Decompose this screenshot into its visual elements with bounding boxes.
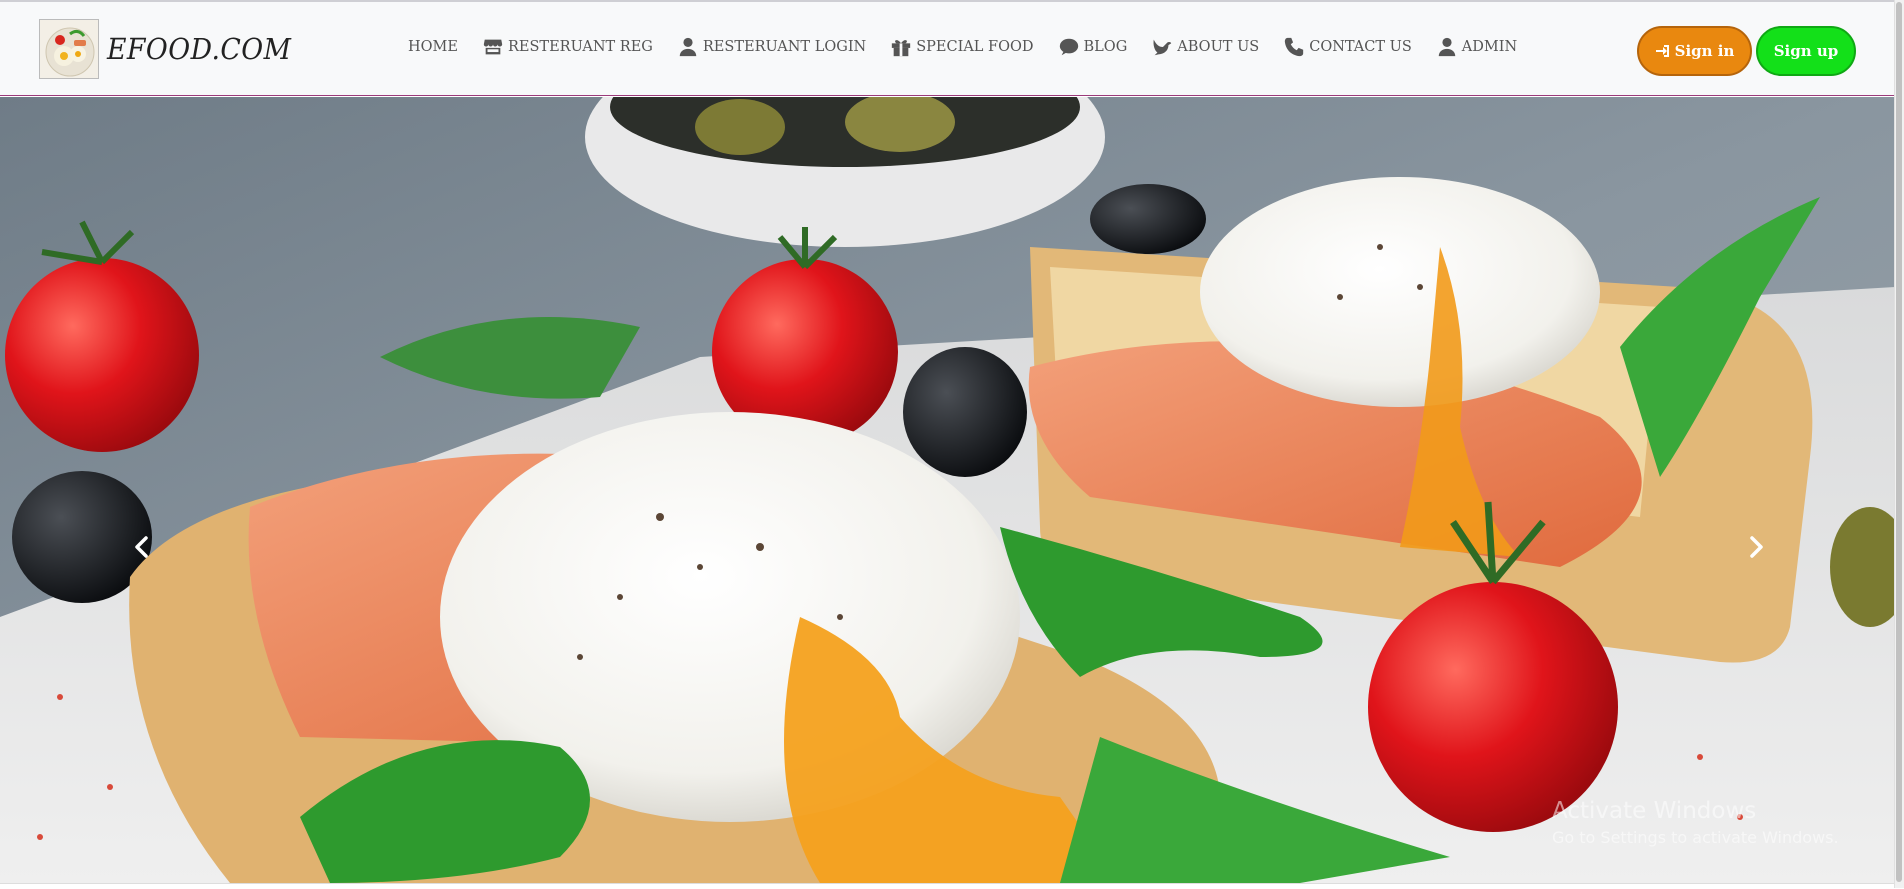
- comment-icon: [1058, 36, 1080, 58]
- nav-item-blog[interactable]: BLOG: [1058, 36, 1128, 58]
- carousel-next-button[interactable]: [1736, 527, 1776, 567]
- store-icon: [482, 36, 504, 58]
- page-bottom-edge: [0, 883, 1895, 889]
- user-icon: [1436, 36, 1458, 58]
- nav-item-special-food[interactable]: SPECIAL FOOD: [890, 36, 1034, 58]
- watermark-subtitle: Go to Settings to activate Windows.: [1552, 828, 1839, 847]
- nav-item-admin[interactable]: ADMIN: [1436, 36, 1517, 58]
- nav-item-label: RESTERUANT LOGIN: [702, 39, 867, 55]
- nav-item-resteruant-reg[interactable]: RESTERUANT REG: [482, 36, 653, 58]
- user-icon: [677, 36, 699, 58]
- sign-in-icon: [1655, 43, 1671, 59]
- sign-in-button[interactable]: Sign in: [1637, 26, 1752, 76]
- chevron-left-icon: [135, 536, 148, 558]
- food-plate-icon: [39, 19, 99, 79]
- sign-up-button[interactable]: Sign up: [1756, 26, 1856, 76]
- nav-item-about-us[interactable]: ABOUT US: [1151, 36, 1259, 58]
- nav-item-label: BLOG: [1083, 39, 1128, 55]
- nav-item-resteruant-login[interactable]: RESTERUANT LOGIN: [677, 36, 866, 58]
- sign-in-label: Sign in: [1674, 42, 1735, 60]
- windows-activation-watermark: Activate Windows Go to Settings to activ…: [1552, 798, 1839, 847]
- nav-item-home[interactable]: HOME: [408, 39, 458, 55]
- nav-item-label: HOME: [408, 39, 458, 55]
- scrollbar-thumb[interactable]: [1896, 2, 1902, 882]
- brand[interactable]: EFOOD.COM: [39, 19, 307, 79]
- hero-food-image: [0, 97, 1895, 883]
- gift-icon: [890, 36, 912, 58]
- nav-item-label: ABOUT US: [1177, 39, 1260, 55]
- nav-item-label: ADMIN: [1461, 39, 1518, 55]
- hero-carousel: [0, 97, 1895, 883]
- dove-icon: [1151, 36, 1173, 58]
- sign-up-label: Sign up: [1773, 42, 1839, 60]
- nav-item-label: RESTERUANT REG: [507, 39, 653, 55]
- navbar: EFOOD.COM HOME RESTERUANT REG RESTERUANT…: [0, 2, 1895, 96]
- carousel-prev-button[interactable]: [122, 527, 162, 567]
- phone-icon: [1283, 36, 1305, 58]
- brand-name: EFOOD.COM: [107, 32, 292, 66]
- watermark-title: Activate Windows: [1552, 798, 1757, 824]
- vertical-scrollbar[interactable]: [1894, 0, 1904, 888]
- nav-item-contact-us[interactable]: CONTACT US: [1283, 36, 1412, 58]
- nav-item-label: CONTACT US: [1309, 39, 1412, 55]
- chevron-right-icon: [1750, 536, 1763, 558]
- nav-item-label: SPECIAL FOOD: [916, 39, 1034, 55]
- main-nav: HOME RESTERUANT REG RESTERUANT LOGIN SPE…: [408, 36, 1541, 58]
